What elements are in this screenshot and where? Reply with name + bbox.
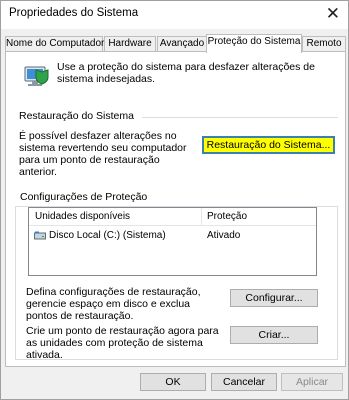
column-protection[interactable]: Proteção <box>207 211 247 222</box>
restore-section-title: Restauração do Sistema <box>19 110 134 122</box>
tab-hardware[interactable]: Hardware <box>104 36 156 51</box>
create-button[interactable]: Criar... <box>230 326 318 344</box>
disk-drive-icon <box>34 231 46 240</box>
column-available-drives[interactable]: Unidades disponíveis <box>35 211 130 222</box>
tab-system-protection[interactable]: Proteção do Sistema <box>206 34 302 53</box>
apply-button[interactable]: Aplicar <box>281 373 343 391</box>
tab-computer-name[interactable]: Nome do Computador <box>5 36 104 51</box>
configure-description: Defina configurações de restauração, ger… <box>26 286 201 322</box>
protection-section-title: Configurações de Proteção <box>19 191 149 203</box>
drives-list[interactable]: Unidades disponíveis Proteção Disco Loca… <box>28 207 317 276</box>
dialog-buttons: OK Cancelar Aplicar <box>1 367 348 399</box>
drive-name: Disco Local (C:) (Sistema) <box>49 230 166 241</box>
column-divider <box>201 208 202 225</box>
tab-panel: Use a proteção do sistema para desfazer … <box>5 51 346 367</box>
system-restore-button[interactable]: Restauração do Sistema... <box>202 136 335 154</box>
drive-row[interactable]: Disco Local (C:) (Sistema) Ativado <box>29 228 316 243</box>
close-icon[interactable]: ✕ <box>326 4 340 24</box>
tab-remote[interactable]: Remoto <box>302 36 346 51</box>
drives-list-header: Unidades disponíveis Proteção <box>29 208 316 226</box>
window-title: Propriedades do Sistema <box>9 7 139 19</box>
intro-text: Use a proteção do sistema para desfazer … <box>57 61 315 85</box>
shield-computer-icon <box>24 66 49 86</box>
system-properties-window: Propriedades do Sistema ✕ Nome do Comput… <box>0 0 349 400</box>
drive-protection-status: Ativado <box>207 230 241 241</box>
tab-advanced[interactable]: Avançado <box>157 36 207 51</box>
restore-description: É possível desfazer alterações no sistem… <box>19 130 187 178</box>
section-divider <box>142 117 338 118</box>
tab-strip: Nome do Computador Hardware Avançado Pro… <box>5 34 346 53</box>
title-bar: Propriedades do Sistema ✕ <box>1 1 348 29</box>
cancel-button[interactable]: Cancelar <box>211 373 277 391</box>
create-description: Crie um ponto de restauração agora para … <box>26 325 219 361</box>
configure-button[interactable]: Configurar... <box>230 289 318 307</box>
ok-button[interactable]: OK <box>140 373 206 391</box>
